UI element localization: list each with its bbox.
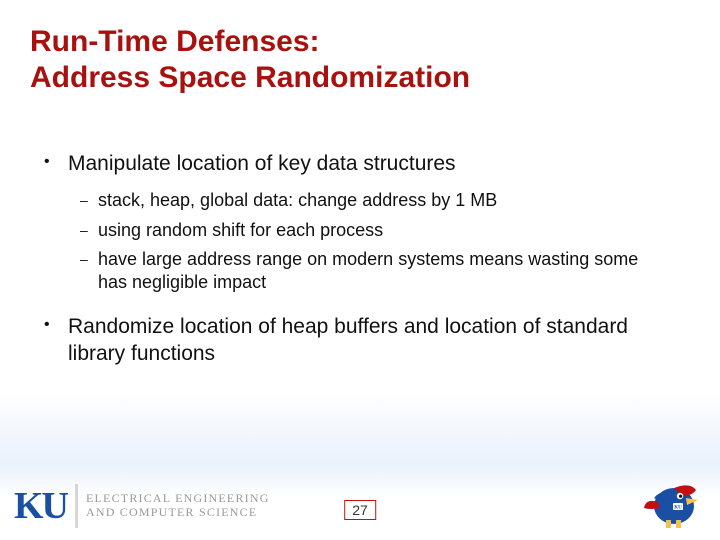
- bullet-list: Manipulate location of key data structur…: [40, 150, 660, 367]
- jayhawk-mascot-icon: KU: [640, 472, 702, 530]
- bullet-text: Randomize location of heap buffers and l…: [68, 315, 628, 365]
- sub-bullet-item: stack, heap, global data: change address…: [68, 189, 660, 212]
- title-line-2: Address Space Randomization: [30, 60, 670, 96]
- slide-footer: KU ELECTRICAL ENGINEERING AND COMPUTER S…: [0, 468, 720, 540]
- sub-bullet-item: have large address range on modern syste…: [68, 248, 660, 295]
- svg-text:KU: KU: [674, 506, 682, 511]
- sub-bullet-text: using random shift for each process: [98, 220, 383, 240]
- ku-logo-block: KU ELECTRICAL ENGINEERING AND COMPUTER S…: [14, 484, 270, 528]
- sub-bullet-text: have large address range on modern syste…: [98, 249, 638, 292]
- sub-bullet-item: using random shift for each process: [68, 219, 660, 242]
- slide-title: Run-Time Defenses: Address Space Randomi…: [30, 24, 670, 96]
- dept-line-2: AND COMPUTER SCIENCE: [86, 506, 270, 520]
- divider-icon: [75, 484, 78, 528]
- slide-content: Manipulate location of key data structur…: [40, 150, 660, 385]
- dept-line-1: ELECTRICAL ENGINEERING: [86, 492, 270, 506]
- department-text: ELECTRICAL ENGINEERING AND COMPUTER SCIE…: [86, 492, 270, 520]
- title-line-1: Run-Time Defenses:: [30, 24, 670, 60]
- bullet-item: Randomize location of heap buffers and l…: [40, 313, 660, 368]
- page-number: 27: [344, 500, 376, 520]
- slide: Run-Time Defenses: Address Space Randomi…: [0, 0, 720, 540]
- ku-logo-icon: KU: [14, 487, 67, 525]
- bullet-text: Manipulate location of key data structur…: [68, 152, 456, 175]
- sub-bullet-text: stack, heap, global data: change address…: [98, 190, 497, 210]
- bullet-item: Manipulate location of key data structur…: [40, 150, 660, 295]
- sub-bullet-list: stack, heap, global data: change address…: [68, 189, 660, 295]
